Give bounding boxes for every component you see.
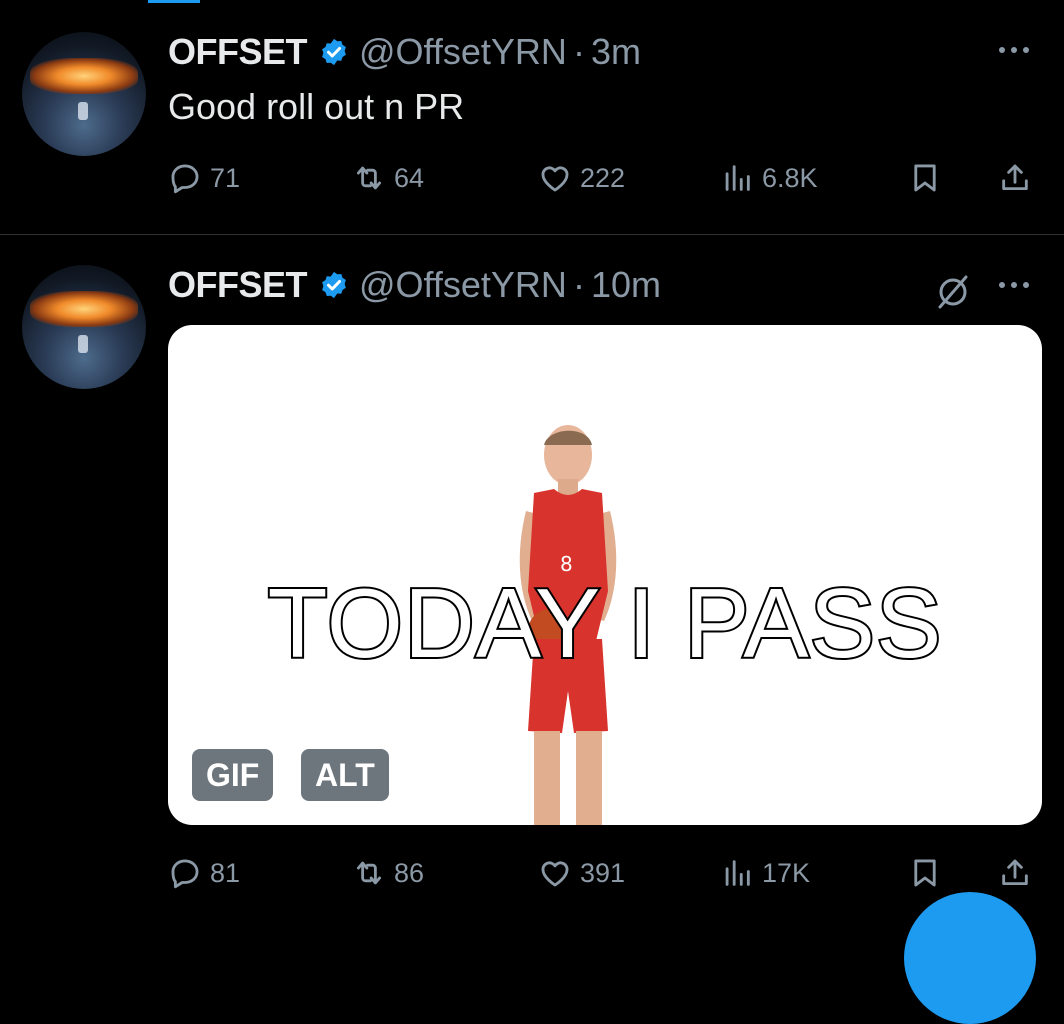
share-icon: [1002, 164, 1028, 191]
avatar[interactable]: [22, 265, 146, 389]
like-count: 222: [580, 162, 626, 193]
reply-button[interactable]: 71: [168, 158, 240, 198]
bookmark-icon: [914, 164, 936, 192]
grok-slash-icon[interactable]: [934, 273, 972, 311]
view-count: 17K: [762, 857, 811, 888]
reply-icon: [171, 859, 199, 889]
bookmark-icon: [914, 859, 936, 887]
separator: ·: [572, 31, 585, 72]
tweet-header: OFFSET @OffsetYRN · 10m: [168, 264, 661, 306]
retweet-icon: [356, 166, 382, 190]
bookmark-button[interactable]: [908, 158, 950, 198]
verified-badge-icon: [322, 271, 346, 299]
tweet[interactable]: OFFSET @OffsetYRN · 10m 8 TODAY I PASS G…: [0, 235, 1064, 935]
retweet-count: 64: [394, 162, 425, 193]
handle[interactable]: @OffsetYRN: [359, 31, 567, 73]
tweet-header: OFFSET @OffsetYRN · 3m: [168, 31, 641, 73]
retweet-count: 86: [394, 857, 425, 888]
more-icon[interactable]: [994, 275, 1034, 295]
tweet-actions: 81 86 391 17K: [168, 853, 1038, 893]
tweet-actions: 71 64 222 6.8K: [168, 158, 1038, 198]
separator: ·: [572, 264, 585, 305]
retweet-icon: [356, 861, 382, 885]
views-icon: [725, 165, 750, 191]
display-name[interactable]: OFFSET: [168, 264, 308, 306]
share-button[interactable]: [998, 853, 1040, 893]
tweet-text: Good roll out n PR: [168, 86, 465, 127]
reply-count: 71: [210, 162, 241, 193]
retweet-button[interactable]: 86: [352, 853, 424, 893]
view-count: 6.8K: [762, 162, 818, 193]
avatar[interactable]: [22, 32, 146, 156]
timestamp[interactable]: 10m: [591, 264, 661, 306]
bookmark-button[interactable]: [908, 853, 950, 893]
tweet[interactable]: OFFSET @OffsetYRN · 3m Good roll out n P…: [0, 0, 1064, 235]
views-button[interactable]: 17K: [720, 853, 810, 893]
like-button[interactable]: 222: [538, 158, 625, 198]
retweet-button[interactable]: 64: [352, 158, 424, 198]
gif-caption: TODAY I PASS: [266, 566, 944, 680]
handle[interactable]: @OffsetYRN: [359, 264, 567, 306]
compose-button[interactable]: [904, 892, 1036, 1024]
timestamp[interactable]: 3m: [591, 31, 641, 73]
like-icon: [541, 166, 569, 192]
verified-badge-icon: [322, 38, 346, 66]
views-button[interactable]: 6.8K: [720, 158, 818, 198]
more-icon[interactable]: [994, 40, 1034, 60]
alt-badge[interactable]: ALT: [301, 749, 389, 801]
display-name[interactable]: OFFSET: [168, 31, 308, 73]
like-icon: [541, 861, 569, 887]
gif-media[interactable]: 8 TODAY I PASS GIF ALT: [168, 325, 1042, 825]
views-icon: [725, 860, 750, 886]
share-button[interactable]: [998, 158, 1040, 198]
reply-count: 81: [210, 857, 241, 888]
share-icon: [1002, 859, 1028, 886]
reply-button[interactable]: 81: [168, 853, 240, 893]
like-button[interactable]: 391: [538, 853, 625, 893]
like-count: 391: [580, 857, 626, 888]
reply-icon: [171, 164, 199, 194]
gif-badge[interactable]: GIF: [192, 749, 274, 801]
